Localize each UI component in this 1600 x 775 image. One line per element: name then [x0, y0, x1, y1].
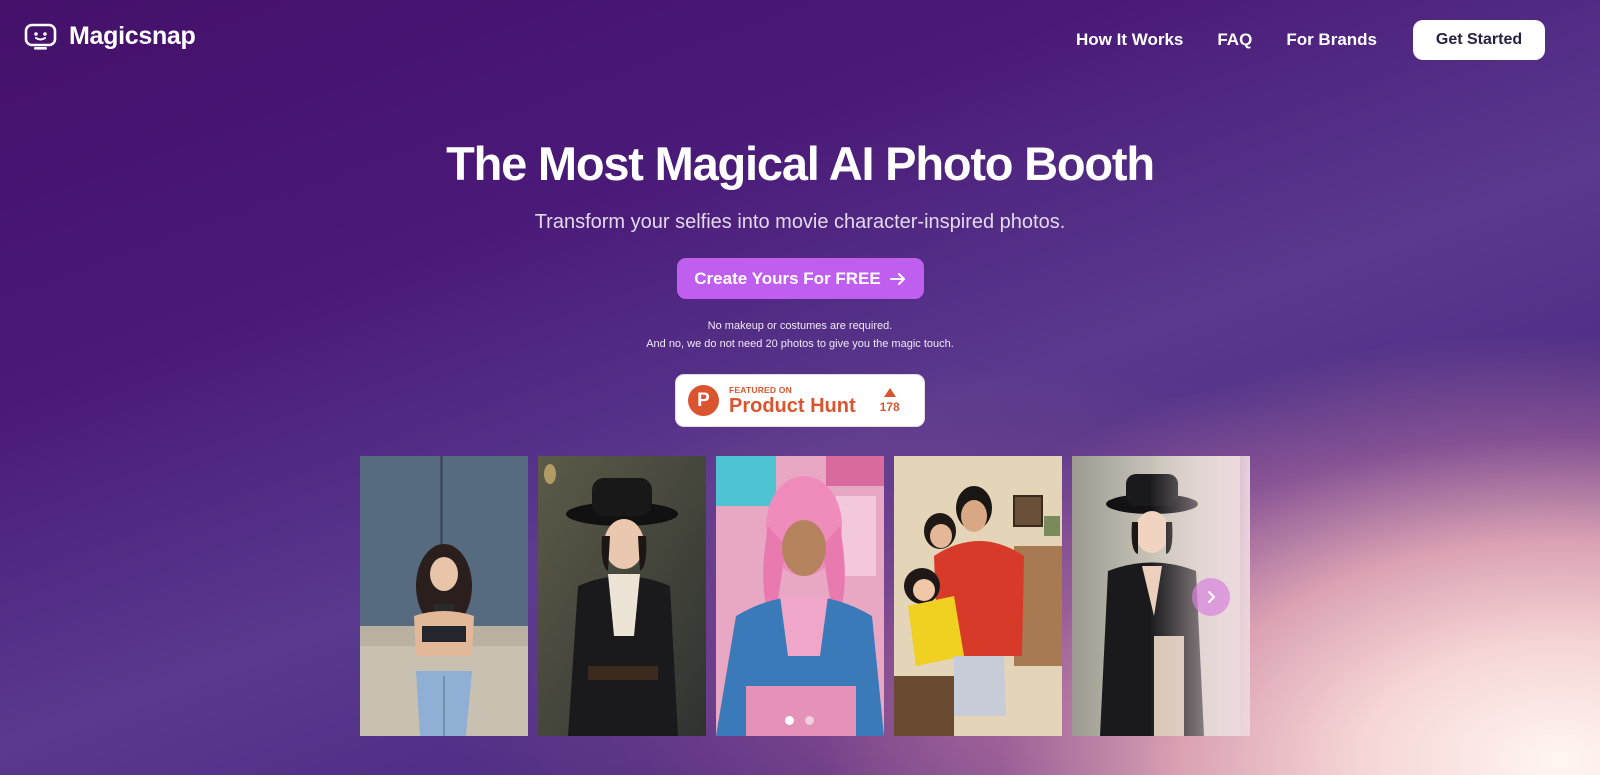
- carousel-dot[interactable]: [805, 716, 814, 725]
- arrow-right-icon: [889, 272, 905, 285]
- create-free-button[interactable]: Create Yours For FREE: [677, 258, 924, 299]
- man-with-pink-hair-photo[interactable]: [716, 456, 884, 736]
- carousel-dot-active[interactable]: [785, 716, 794, 725]
- photos-note: And no, we do not need 20 photos to give…: [646, 338, 954, 350]
- woman-in-black-hat-photo[interactable]: [538, 456, 706, 736]
- product-hunt-name: Product Hunt: [729, 394, 856, 417]
- get-started-button[interactable]: Get Started: [1413, 20, 1545, 60]
- nav-links: How It Works FAQ For Brands Get Started: [1076, 20, 1545, 60]
- nav-link-faq[interactable]: FAQ: [1217, 30, 1252, 50]
- product-hunt-icon: P: [688, 385, 719, 416]
- nav-link-for-brands[interactable]: For Brands: [1286, 30, 1377, 50]
- girl-on-rooftop-photo[interactable]: [360, 456, 528, 736]
- brand-name: Magicsnap: [69, 22, 196, 50]
- makeup-note: No makeup or costumes are required.: [707, 320, 893, 332]
- carousel-next-button[interactable]: [1192, 578, 1230, 616]
- anime-family-photo[interactable]: [894, 456, 1062, 736]
- create-free-label: Create Yours For FREE: [694, 268, 881, 288]
- product-hunt-badge[interactable]: P FEATURED ON Product Hunt 178: [675, 374, 925, 427]
- product-hunt-text: FEATURED ON Product Hunt: [729, 385, 856, 417]
- brand-logo[interactable]: Magicsnap: [24, 22, 196, 51]
- featured-on-label: FEATURED ON: [729, 384, 792, 395]
- navbar: Magicsnap How It Works FAQ For Brands Ge…: [0, 0, 1600, 80]
- tv-face-icon: [24, 23, 57, 50]
- photo-carousel: [360, 456, 1240, 736]
- upvote-triangle-icon: [883, 387, 896, 397]
- chevron-right-icon: [1208, 591, 1215, 603]
- hero-subtitle: Transform your selfies into movie charac…: [534, 211, 1066, 233]
- upvote-count: 178: [879, 399, 900, 414]
- hero-title: The Most Magical AI Photo Booth: [446, 137, 1155, 190]
- nav-link-how-it-works[interactable]: How It Works: [1076, 30, 1183, 50]
- upvote-counter: 178: [879, 387, 900, 414]
